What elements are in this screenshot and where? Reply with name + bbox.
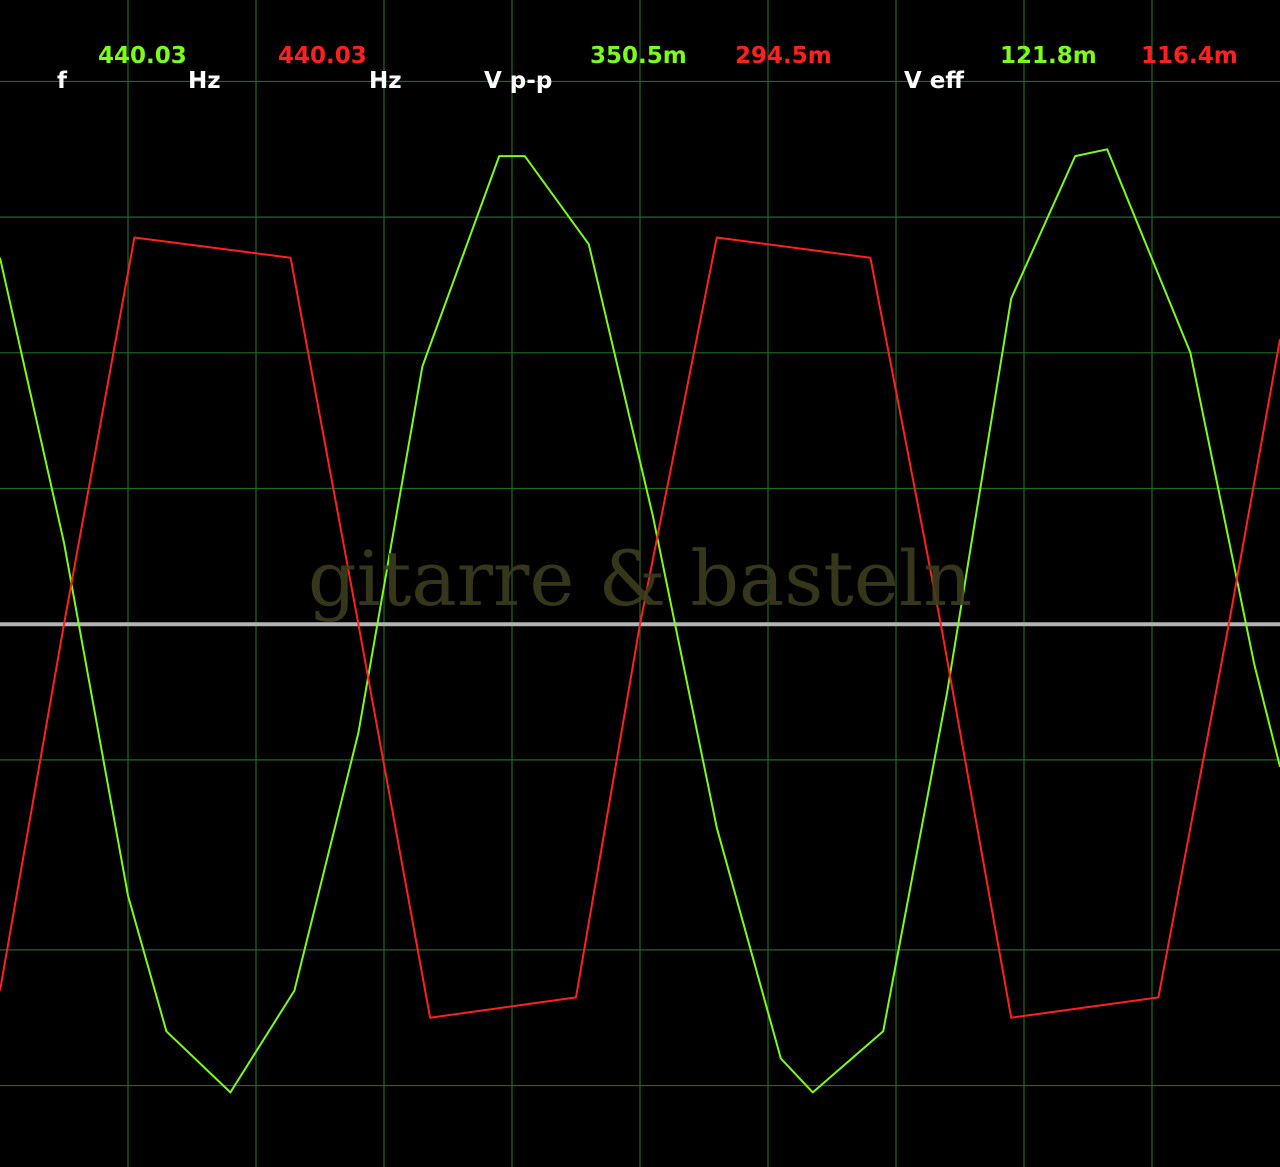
vpp-label: V p-p bbox=[484, 68, 553, 94]
ch2-veff: 116.4m bbox=[1141, 43, 1238, 69]
watermark: gitarre & basteln bbox=[308, 534, 972, 623]
ch1-veff: 121.8m bbox=[1000, 43, 1097, 69]
ch2-vpp: 294.5m bbox=[735, 43, 832, 69]
veff-label: V eff bbox=[904, 68, 965, 94]
ch2-frequency: 440.03 bbox=[278, 43, 367, 69]
ch1-frequency: 440.03 bbox=[98, 43, 187, 69]
ch1-frequency-unit: Hz bbox=[188, 68, 221, 94]
ch1-vpp: 350.5m bbox=[590, 43, 687, 69]
ch2-frequency-unit: Hz bbox=[369, 68, 402, 94]
oscilloscope-display: gitarre & basteln bbox=[0, 0, 1280, 1167]
frequency-label: f bbox=[57, 68, 68, 94]
